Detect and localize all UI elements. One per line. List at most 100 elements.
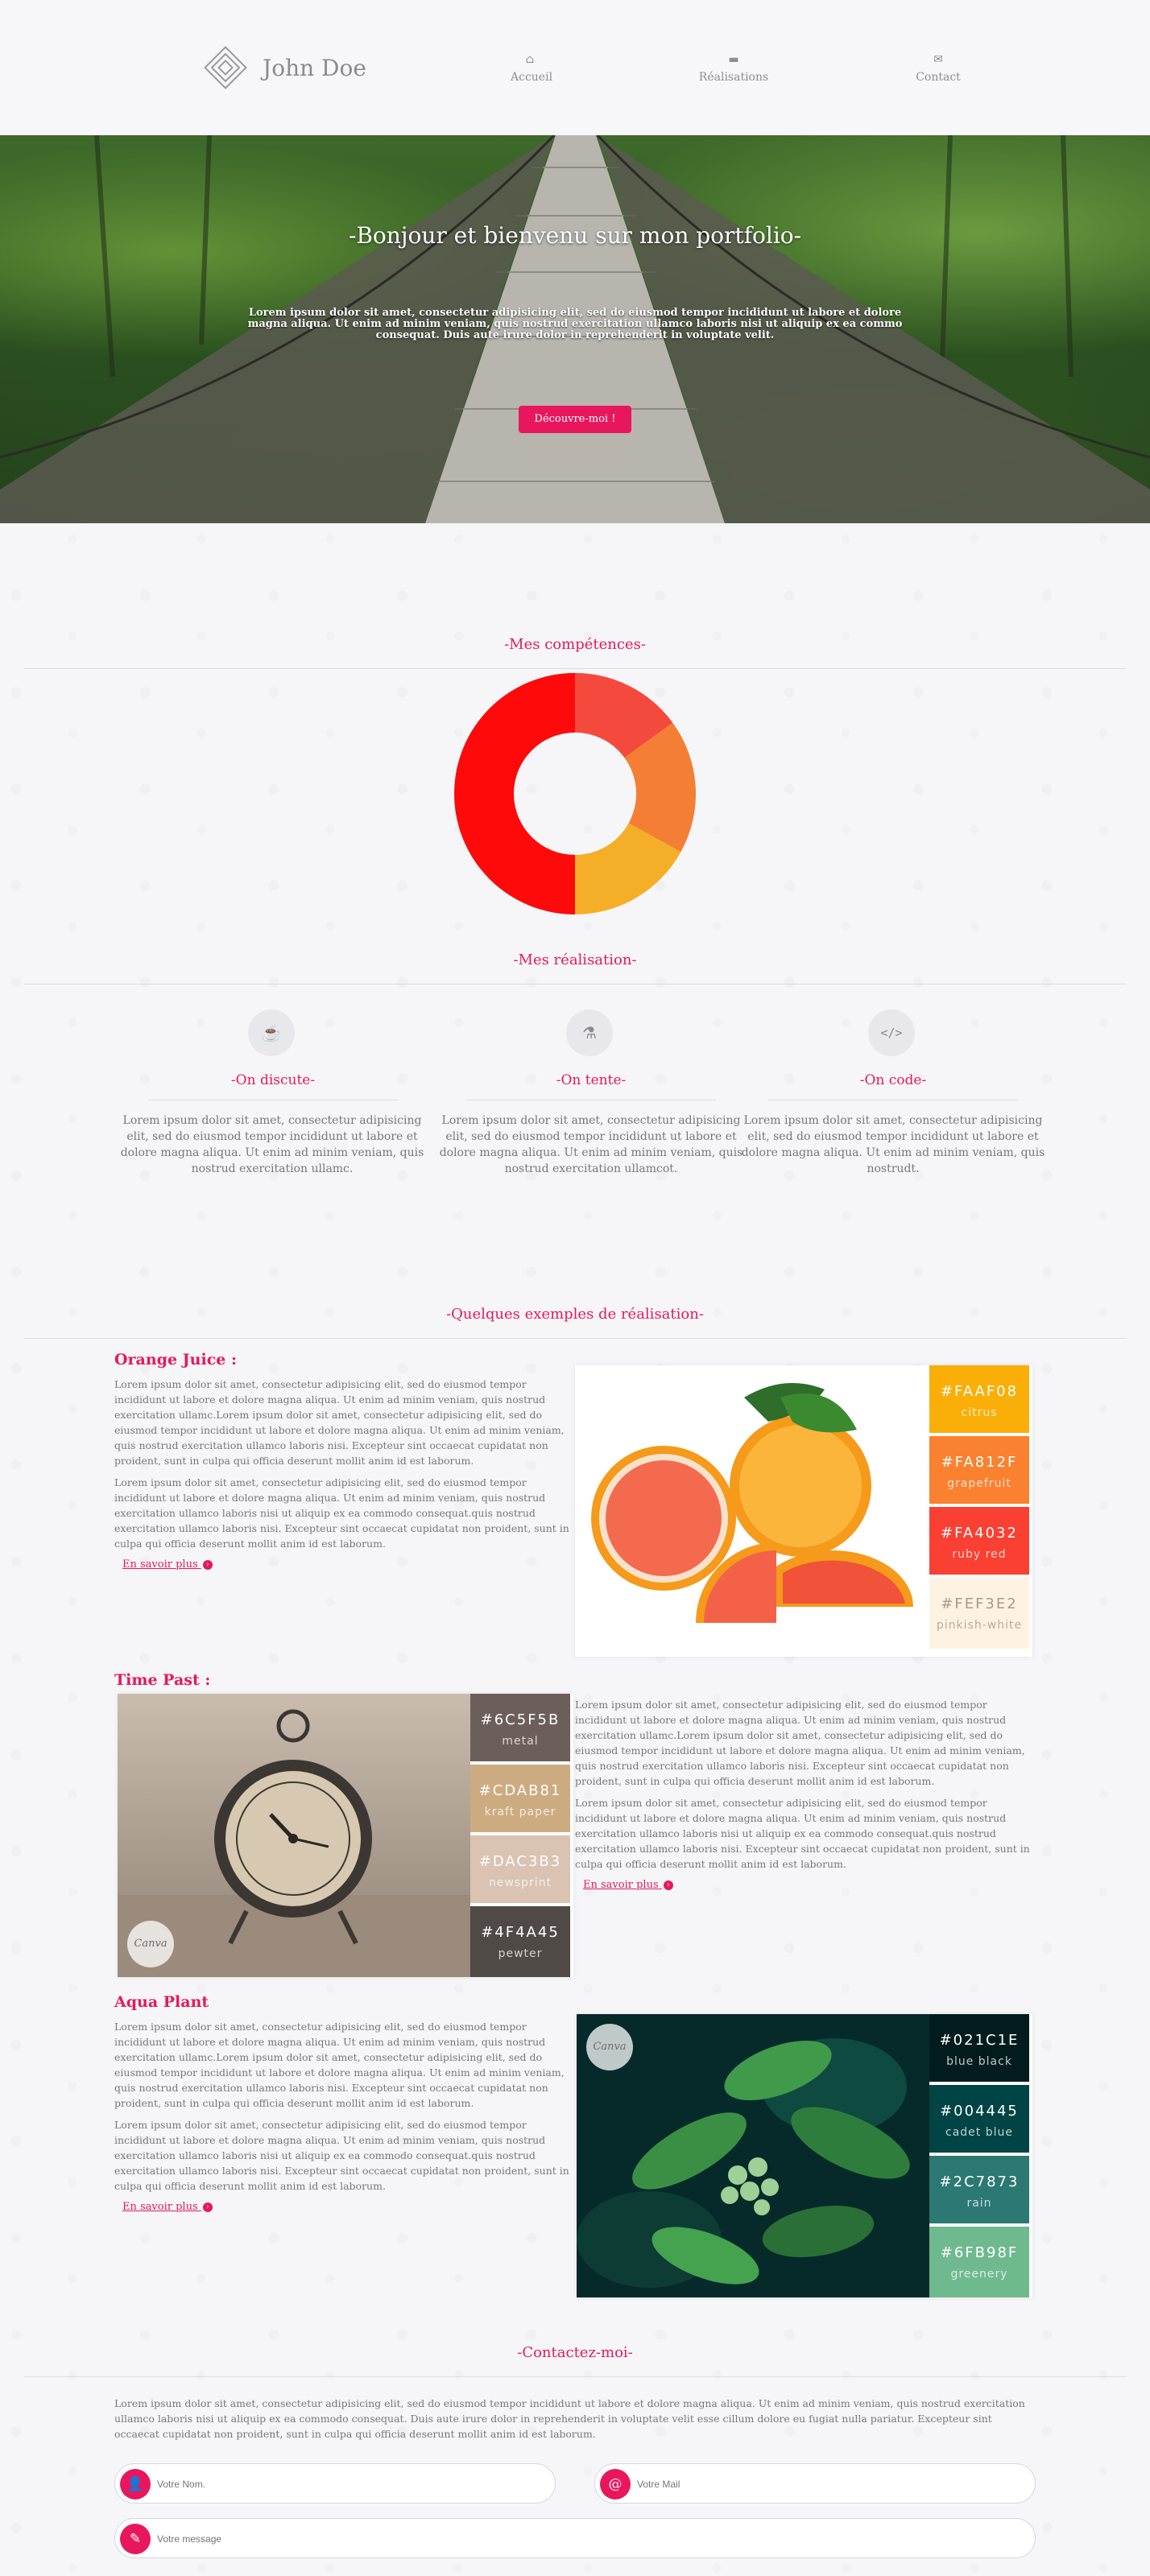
swatch-hex: #DAC3B3: [478, 1853, 562, 1870]
swatch-grapefruit: #FA812F grapefruit: [929, 1436, 1029, 1504]
skills-donut-chart: [454, 673, 696, 914]
swatch-hex: #2C7873: [939, 2174, 1020, 2190]
site-header: John Doe ⌂ Accueil ▬ Réalisations ✉ Cont…: [0, 0, 1150, 135]
name-field[interactable]: 👤: [114, 2463, 556, 2504]
swatch-pewter: #4F4A45 pewter: [470, 1906, 570, 1977]
learn-more-link-orange[interactable]: En savoir plus ›: [122, 1558, 213, 1571]
swatch-ruby-red: #FA4032 ruby red: [929, 1507, 1029, 1575]
contact-title: -Contactez-moi-: [517, 2344, 633, 2361]
swatch-pinkish-white: #FEF3E2 pinkish-white: [929, 1578, 1029, 1649]
swatch-greenery: #6FB98F greenery: [929, 2227, 1029, 2297]
home-icon: ⌂: [525, 53, 535, 66]
swatch-hex: #6C5F5B: [480, 1711, 561, 1728]
envelope-icon: ✉: [933, 53, 943, 66]
code-icon: </>: [868, 1009, 915, 1056]
logo-diamond-icon: [200, 42, 251, 93]
swatch-name: newsprint: [488, 1876, 552, 1889]
flask-icon: ⚗: [566, 1009, 613, 1056]
canva-badge: Canva: [586, 2024, 633, 2070]
swatch-hex: #FEF3E2: [941, 1596, 1018, 1612]
example-body-aqua-plant: Lorem ipsum dolor sit amet, consectetur …: [114, 2019, 575, 2194]
realisations-divider: [24, 984, 1126, 985]
swatch-name: blue black: [946, 2055, 1012, 2068]
example-title-aqua-plant: Aqua Plant: [114, 1993, 209, 2011]
swatch-name: citrus: [961, 1406, 998, 1419]
mail-input[interactable]: [637, 2474, 1024, 2495]
discover-button[interactable]: Découvre-moi !: [519, 406, 631, 433]
nav-contact[interactable]: ✉ Contact: [915, 53, 962, 84]
example-paragraph: Lorem ipsum dolor sit amet, consectetur …: [575, 1699, 1025, 1787]
at-icon: @: [600, 2469, 631, 2500]
swatch-name: kraft paper: [484, 1806, 556, 1818]
user-icon: 👤: [120, 2469, 151, 2500]
arrow-circle-icon: ›: [202, 2202, 213, 2212]
example-paragraph: Lorem ipsum dolor sit amet, consectetur …: [114, 2021, 565, 2109]
examples-title: -Quelques exemples de réalisation-: [446, 1306, 704, 1323]
example-paragraph: Lorem ipsum dolor sit amet, consectetur …: [114, 2119, 569, 2192]
palette-card-time-past: Canva #6C5F5B metal #CDAB81 kraft paper …: [118, 1694, 573, 1977]
hero-text: Lorem ipsum dolor sit amet, consectetur …: [247, 307, 903, 341]
example-paragraph: Lorem ipsum dolor sit amet, consectetur …: [575, 1797, 1030, 1870]
swatch-name: pewter: [498, 1947, 543, 1960]
learn-more-label: En savoir plus: [583, 1879, 659, 1891]
examples-divider: [24, 1338, 1126, 1339]
col-text-tente: Lorem ipsum dolor sit amet, consectetur …: [439, 1114, 743, 1175]
swatch-metal: #6C5F5B metal: [470, 1694, 570, 1761]
example-paragraph: Lorem ipsum dolor sit amet, consectetur …: [114, 1476, 569, 1550]
realisations-title: -Mes réalisation-: [513, 952, 637, 968]
donut-slice-3: [454, 673, 575, 914]
logo[interactable]: John Doe: [200, 42, 366, 93]
nav-accueil[interactable]: ⌂ Accueil: [511, 53, 553, 84]
swatch-hex: #6FB98F: [940, 2244, 1019, 2261]
swatch-hex: #4F4A45: [481, 1924, 560, 1941]
swatch-name: grapefruit: [947, 1477, 1011, 1490]
col-text-discute: Lorem ipsum dolor sit amet, consectetur …: [120, 1114, 424, 1175]
swatch-hex: #FA812F: [941, 1454, 1018, 1471]
nav-realisations-label: Réalisations: [698, 71, 769, 84]
swatch-cadet-blue: #004445 cadet blue: [929, 2085, 1029, 2153]
coffee-icon: ☕: [248, 1009, 295, 1056]
arrow-circle-icon: ›: [663, 1880, 673, 1890]
contact-text: Lorem ipsum dolor sit amet, consectetur …: [114, 2397, 1025, 2440]
contact-divider: [24, 2376, 1126, 2377]
logo-name: John Doe: [263, 54, 366, 81]
skills-title: -Mes compétences-: [504, 636, 646, 653]
col-title-code: -On code-: [859, 1072, 927, 1088]
hero-banner: -Bonjour et bienvenu sur mon portfolio- …: [0, 135, 1150, 523]
arrow-circle-icon: ›: [202, 1560, 213, 1570]
nav-accueil-label: Accueil: [511, 71, 553, 84]
message-input[interactable]: [157, 2529, 1019, 2549]
col-text-code: Lorem ipsum dolor sit amet, consectetur …: [741, 1114, 1045, 1175]
palette-card-aqua-plant: Canva #021C1E blue black #004445 cadet b…: [577, 2014, 1032, 2297]
grapefruit-image: [575, 1365, 929, 1657]
col-title-tente: -On tente-: [556, 1072, 627, 1088]
learn-more-link-time-past[interactable]: En savoir plus ›: [583, 1879, 673, 1891]
example-title-orange: Orange Juice :: [114, 1351, 237, 1368]
learn-more-link-aqua-plant[interactable]: En savoir plus ›: [122, 2201, 213, 2213]
example-body-orange: Lorem ipsum dolor sit amet, consectetur …: [114, 1377, 575, 1551]
col-title-discute: -On discute-: [230, 1072, 316, 1088]
message-field[interactable]: ✎: [114, 2518, 1036, 2558]
example-body-time-past: Lorem ipsum dolor sit amet, consectetur …: [575, 1697, 1036, 1872]
mail-field[interactable]: @: [594, 2463, 1036, 2504]
nav-realisations[interactable]: ▬ Réalisations: [697, 53, 770, 84]
swatch-hex: #FAAF08: [940, 1383, 1019, 1400]
swatch-kraft-paper: #CDAB81 kraft paper: [470, 1765, 570, 1832]
name-input[interactable]: [157, 2474, 544, 2495]
learn-more-label: En savoir plus: [122, 2201, 198, 2213]
swatch-citrus: #FAAF08 citrus: [929, 1365, 1029, 1433]
swatch-name: pinkish-white: [936, 1619, 1023, 1632]
swatch-blue-black: #021C1E blue black: [929, 2014, 1029, 2082]
example-title-time-past: Time Past :: [114, 1671, 211, 1689]
palette-card-orange: #FAAF08 citrus #FA812F grapefruit #FA403…: [575, 1365, 1032, 1657]
swatch-name: greenery: [950, 2268, 1008, 2281]
chat-icon: ✎: [120, 2524, 151, 2554]
nav-contact-label: Contact: [916, 71, 961, 84]
swatch-hex: #021C1E: [939, 2032, 1020, 2049]
swatch-newsprint: #DAC3B3 newsprint: [470, 1835, 570, 1903]
swatch-name: cadet blue: [945, 2126, 1013, 2139]
swatch-rain: #2C7873 rain: [929, 2156, 1029, 2223]
learn-more-label: En savoir plus: [122, 1558, 198, 1571]
swatch-name: rain: [966, 2197, 992, 2210]
example-paragraph: Lorem ipsum dolor sit amet, consectetur …: [114, 1378, 565, 1467]
